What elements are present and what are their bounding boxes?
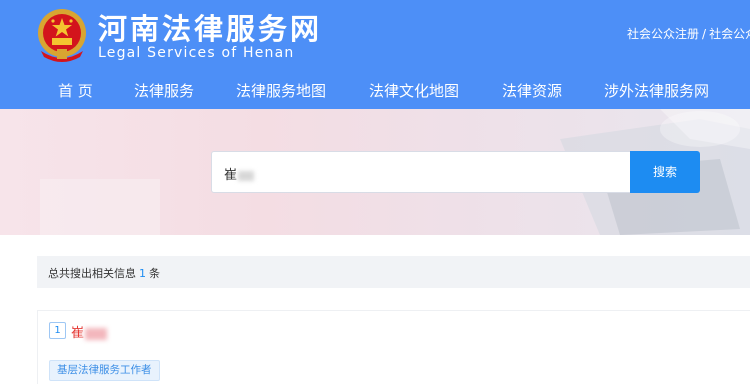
site-subtitle: Legal Services of Henan — [98, 45, 295, 61]
nav-item-legal-services[interactable]: 法律服务 — [134, 80, 194, 101]
result-summary-bar: 总共搜出相关信息 1 条 — [37, 256, 750, 288]
search-input-value: 崔 — [224, 164, 255, 183]
nav-item-resources[interactable]: 法律资源 — [502, 80, 562, 101]
redacted-name — [85, 327, 108, 340]
redacted-text — [238, 170, 255, 181]
public-link[interactable]: 社会公众 — [709, 27, 750, 41]
summary-prefix: 总共搜出相关信息 — [48, 267, 136, 280]
main-nav: 首 页 法律服务 法律服务地图 法律文化地图 法律资源 涉外法律服务网 — [0, 70, 750, 109]
search-banner: 崔 搜索 — [0, 109, 750, 235]
site-header: 河南法律服务网 Legal Services of Henan 社会公众注册 / 社… — [0, 0, 750, 109]
result-summary: 总共搜出相关信息 1 条 — [48, 265, 160, 281]
summary-suffix: 条 — [149, 267, 160, 280]
nav-item-service-map[interactable]: 法律服务地图 — [236, 80, 326, 101]
result-count: 1 — [139, 267, 146, 280]
search-button[interactable]: 搜索 — [630, 151, 700, 193]
top-links: 社会公众注册/社会公众 — [627, 25, 750, 42]
nav-item-culture-map[interactable]: 法律文化地图 — [369, 80, 459, 101]
national-emblem-logo[interactable] — [35, 7, 89, 63]
result-index-badge: 1 — [49, 322, 66, 339]
nav-item-home[interactable]: 首 页 — [58, 80, 93, 101]
result-list-item[interactable]: 1 崔 基层法律服务工作者 — [37, 310, 750, 384]
link-separator: / — [702, 27, 707, 41]
site-title: 河南法律服务网 — [98, 12, 323, 46]
nav-item-foreign-services[interactable]: 涉外法律服务网 — [604, 80, 709, 101]
register-link[interactable]: 社会公众注册 — [627, 27, 699, 41]
result-name-link[interactable]: 崔 — [71, 322, 108, 341]
search-input[interactable]: 崔 — [211, 151, 631, 193]
result-category-tag: 基层法律服务工作者 — [49, 360, 160, 381]
